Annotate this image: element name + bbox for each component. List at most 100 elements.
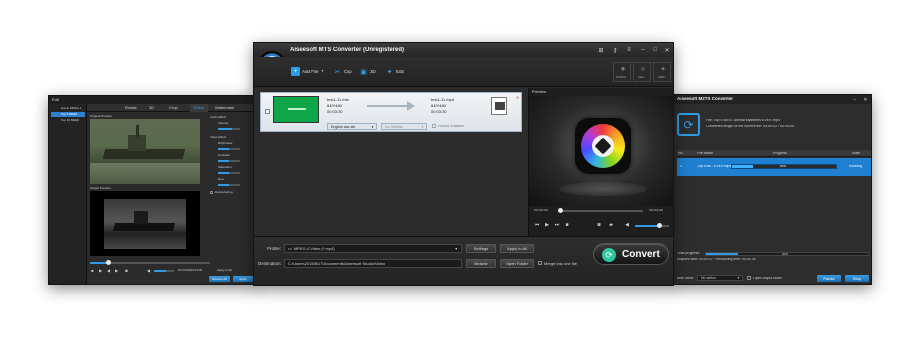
preview-label: Preview [532, 90, 547, 94]
volume-icon[interactable]: ◀ [623, 221, 631, 229]
subtitle-select[interactable]: No Subtitle ▼ [381, 123, 427, 130]
file-thumbnail [273, 96, 319, 123]
edit-apply-button[interactable]: Apply [233, 276, 253, 282]
prev-icon[interactable]: ⏮ [533, 221, 541, 229]
edit-sidebar-item-0[interactable]: Game MPEG-1 [51, 106, 85, 111]
row-progress-percent: 20% [780, 165, 787, 168]
forced-subtitles-checkbox[interactable] [432, 124, 436, 128]
volume-label: Volume: [218, 122, 229, 125]
close-icon[interactable]: ✕ [663, 46, 671, 54]
play-icon[interactable]: ▶ [543, 221, 551, 229]
browse-button[interactable]: Browse [466, 259, 496, 268]
output-format-icon[interactable] [491, 97, 507, 115]
elapsed-line: Elapsed time: 00:00:37 / Remaining time:… [677, 258, 756, 261]
destination-input[interactable]: C:\Users\20150617\Documents\Aiseesoft St… [284, 259, 462, 268]
edit-seek-slider[interactable] [90, 260, 210, 265]
edit-button[interactable]: ✦ Edit [385, 66, 409, 78]
audio-track-select[interactable]: English aac ste ▼ [327, 123, 377, 130]
maximize-icon[interactable]: □ [651, 46, 659, 54]
after-done-select[interactable]: No action ▼ [697, 275, 743, 281]
edit-apply-to-all-label[interactable]: Apply to All [217, 269, 232, 272]
key-icon[interactable]: ⚷ [611, 46, 619, 54]
preview-volume-slider[interactable] [635, 223, 669, 228]
chevron-down-icon: ▼ [737, 276, 740, 280]
tab-effect[interactable]: Effect [190, 104, 208, 112]
3d-label: 3D [370, 70, 376, 74]
subtitle-value: No Subtitle [385, 124, 403, 129]
open-output-label: Open output folder [753, 277, 782, 280]
file-item[interactable]: test1-11.mts 640*480 00:03:30 test1-11.m… [260, 92, 522, 132]
converted-length-line: Converted length of the current file: 00… [706, 125, 795, 128]
saturation-slider[interactable] [218, 172, 240, 174]
open-folder-button[interactable]: Open Folder [500, 259, 534, 268]
clip-button[interactable]: ✂ Clip [333, 66, 355, 78]
merge-checkbox[interactable] [538, 261, 542, 265]
apply-to-all-label: Apply to All [507, 246, 527, 251]
brightness-label: Brightness: [218, 142, 234, 145]
volume-icon[interactable]: ◀ [146, 268, 151, 273]
merge-label: Merge into one file [544, 262, 577, 266]
table-row[interactable]: 1 Top 5 BE...EVER.mp4 20% Running [677, 158, 871, 176]
tab-3d[interactable]: 3D [149, 106, 154, 110]
volume-slider[interactable] [218, 128, 240, 130]
profile-select[interactable]: ▭ MPEG-4 Video (*.mp4) ▼ [284, 244, 462, 253]
file-checkbox[interactable] [265, 109, 270, 114]
stage: Edit Game MPEG-1 Top 5 BEER Top 10 BEER … [0, 0, 920, 340]
total-progress-percent: 20% [782, 252, 789, 256]
stop-label: Stop [852, 276, 862, 281]
snapshot-icon[interactable]: ◙ [124, 268, 129, 273]
stop-icon[interactable]: ■ [90, 268, 95, 273]
ship-hull-bw [112, 223, 176, 231]
preview-logo-icon [575, 118, 631, 174]
settings-button[interactable]: Settings [466, 244, 496, 253]
tab-rotate[interactable]: Rotate [125, 106, 137, 110]
stop-icon[interactable]: ■ [563, 221, 571, 229]
tab-crop[interactable]: Crop [169, 106, 178, 110]
edit-sidebar-item-2[interactable]: Top 10 BEER [51, 118, 85, 123]
restore-all-button[interactable]: Restore All [209, 276, 230, 282]
edit-window-title: Edit [52, 98, 59, 102]
menu-icon[interactable]: ≡ [625, 46, 633, 54]
forced-subtitles-label: Forced Subtitles [438, 125, 464, 128]
edit-sidebar-item-label: Top 5 BEER [61, 112, 78, 116]
edit-sidebar-item-1[interactable]: Top 5 BEER [51, 112, 85, 117]
play-icon[interactable]: ▶ [98, 268, 103, 273]
edit-titlebar: Edit [49, 96, 255, 104]
pause-label: Pause [823, 276, 835, 281]
current-file-line: File: Top 5 BEST Animal Mysteries EVER.m… [706, 119, 780, 122]
minimize-icon[interactable]: – [851, 96, 858, 103]
prev-frame-icon[interactable]: ◀ [106, 268, 111, 273]
apply-to-all-button[interactable]: Apply to All [500, 244, 534, 253]
convert-icon: ⟳ [602, 248, 616, 262]
remove-file-icon[interactable]: ✕ [515, 95, 520, 100]
preview-time-end: 00:03:30 [649, 209, 663, 212]
snapshot-icon[interactable]: ◙ [595, 221, 603, 229]
edit-tabs: Rotate 3D Crop Effect Watermark [87, 104, 255, 112]
stop-button[interactable]: Stop [845, 275, 869, 282]
close-icon[interactable]: ✕ [862, 96, 869, 103]
brightness-slider[interactable] [218, 148, 240, 150]
nvidia-icon: ◉ [620, 66, 626, 72]
next-frame-icon[interactable]: ▶ [114, 268, 119, 273]
thumbnail-bar [288, 108, 306, 110]
ship-mast [136, 125, 139, 137]
contrast-slider[interactable] [218, 160, 240, 162]
folder-icon[interactable]: ▰ [607, 221, 615, 229]
cart-icon[interactable]: ⊞ [597, 46, 605, 54]
convert-button[interactable]: ⟳ Convert [593, 243, 669, 265]
tab-watermark[interactable]: Watermark [215, 106, 234, 110]
profile-value: MPEG-4 Video (*.mp4) [293, 246, 335, 251]
next-icon[interactable]: ⏭ [553, 221, 561, 229]
browse-label: Browse [474, 261, 488, 266]
minimize-icon[interactable]: – [639, 46, 647, 54]
edit-volume-slider[interactable] [154, 270, 174, 272]
open-folder-label: Open Folder [505, 261, 529, 266]
preview-seek-slider[interactable] [558, 208, 643, 213]
3d-button[interactable]: ▣ 3D [359, 66, 381, 78]
add-file-dropdown-icon[interactable]: ▼ [321, 70, 324, 73]
open-output-checkbox[interactable] [747, 276, 751, 280]
add-file-button[interactable]: + Add File ▼ [291, 66, 325, 78]
deinterlacing-checkbox[interactable] [210, 191, 213, 194]
hue-slider[interactable] [218, 184, 240, 186]
pause-button[interactable]: Pause [817, 275, 841, 282]
